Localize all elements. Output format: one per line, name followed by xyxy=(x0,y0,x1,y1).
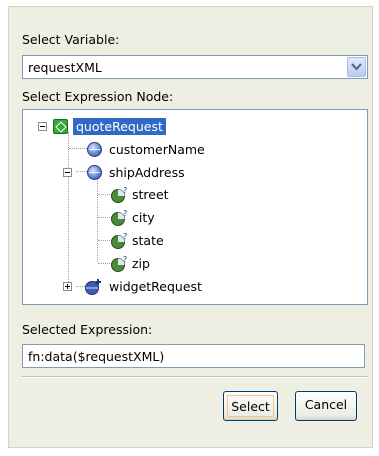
tree-node-label: shipAddress xyxy=(109,165,185,180)
selected-expression-label: Selected Expression: xyxy=(22,322,153,337)
expression-node-tree[interactable]: quoteRequest customerName shipAddress ? … xyxy=(22,109,368,305)
collapse-minus-icon[interactable] xyxy=(63,168,72,177)
cancel-button-label: Cancel xyxy=(304,397,348,412)
expand-plus-icon[interactable] xyxy=(63,282,72,291)
svg-text:?: ? xyxy=(123,232,127,241)
selected-expression-field[interactable]: fn:data($requestXML) xyxy=(22,344,365,368)
tree-node-label: city xyxy=(132,210,155,225)
variable-select[interactable]: requestXML xyxy=(22,55,368,79)
svg-text:?: ? xyxy=(123,209,127,218)
tree-node-label: customerName xyxy=(109,142,205,157)
tree-node-label: quoteRequest xyxy=(73,118,166,135)
element-node-icon xyxy=(87,142,102,157)
tree-node-label: state xyxy=(132,233,164,248)
svg-text:?: ? xyxy=(123,186,127,195)
tree-node-label: street xyxy=(132,187,169,202)
svg-text:?: ? xyxy=(123,255,127,264)
select-button-label: Select xyxy=(227,395,274,417)
chevron-down-icon[interactable] xyxy=(347,57,366,77)
attribute-icon: ? xyxy=(111,255,127,272)
element-root-icon xyxy=(53,119,68,134)
select-variable-label: Select Variable: xyxy=(22,32,120,47)
element-node-icon xyxy=(85,279,101,295)
element-node-icon xyxy=(87,165,102,180)
select-button[interactable]: Select xyxy=(223,391,278,421)
selected-expression-value: fn:data($requestXML) xyxy=(28,349,165,364)
attribute-icon: ? xyxy=(111,209,127,226)
tree-node-label: zip xyxy=(132,256,150,271)
attribute-icon: ? xyxy=(111,232,127,249)
divider xyxy=(22,376,368,378)
variable-select-value: requestXML xyxy=(28,60,102,75)
cancel-button[interactable]: Cancel xyxy=(295,391,357,421)
tree-node-label: widgetRequest xyxy=(109,279,202,294)
collapse-minus-icon[interactable] xyxy=(38,122,47,131)
attribute-icon: ? xyxy=(111,186,127,203)
select-expression-node-label: Select Expression Node: xyxy=(22,89,174,104)
